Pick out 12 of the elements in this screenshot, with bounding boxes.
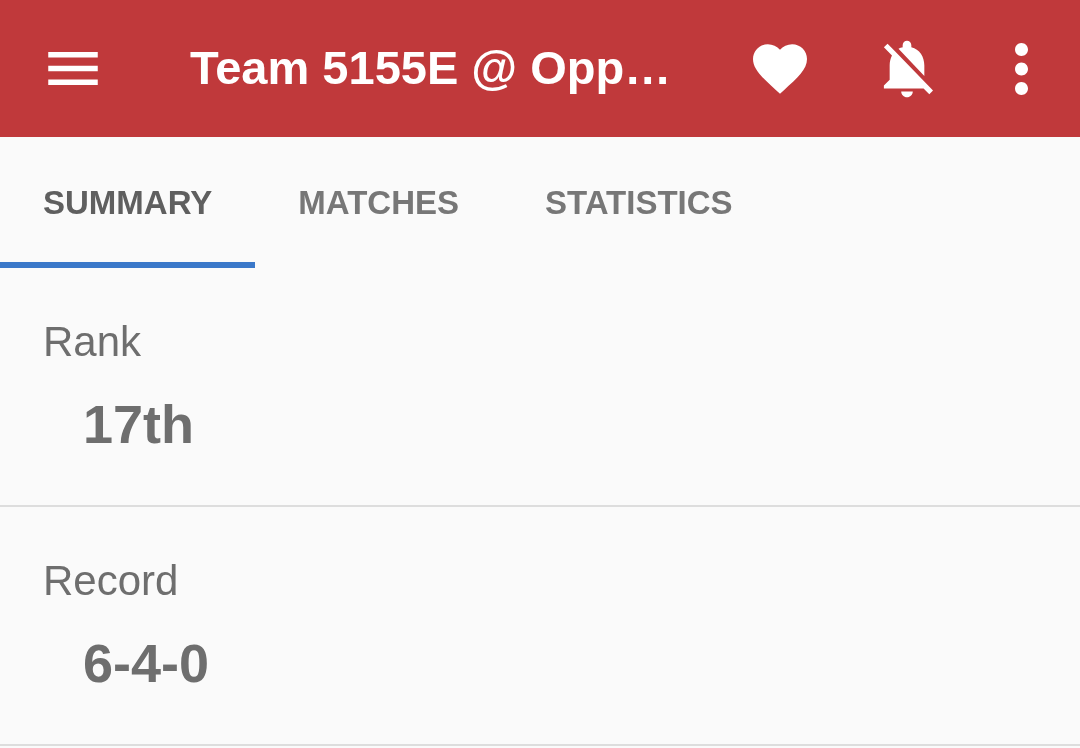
tab[interactable]: SUMMARY [0, 137, 256, 268]
field-value: 17th [83, 394, 195, 454]
field-value: 6-4-0 [83, 633, 210, 693]
app-bar-title: Team 5155E @ Opp… [190, 40, 672, 97]
field-label: Rank [43, 318, 142, 366]
field-label: Record [43, 557, 179, 605]
heart-icon[interactable] [753, 43, 807, 94]
menu-icon[interactable] [48, 52, 98, 85]
tab[interactable]: STATISTICS [502, 137, 776, 268]
tab[interactable]: MATCHES [255, 137, 502, 268]
bell-off-icon[interactable] [881, 39, 933, 98]
more-options-icon[interactable] [1015, 42, 1028, 95]
